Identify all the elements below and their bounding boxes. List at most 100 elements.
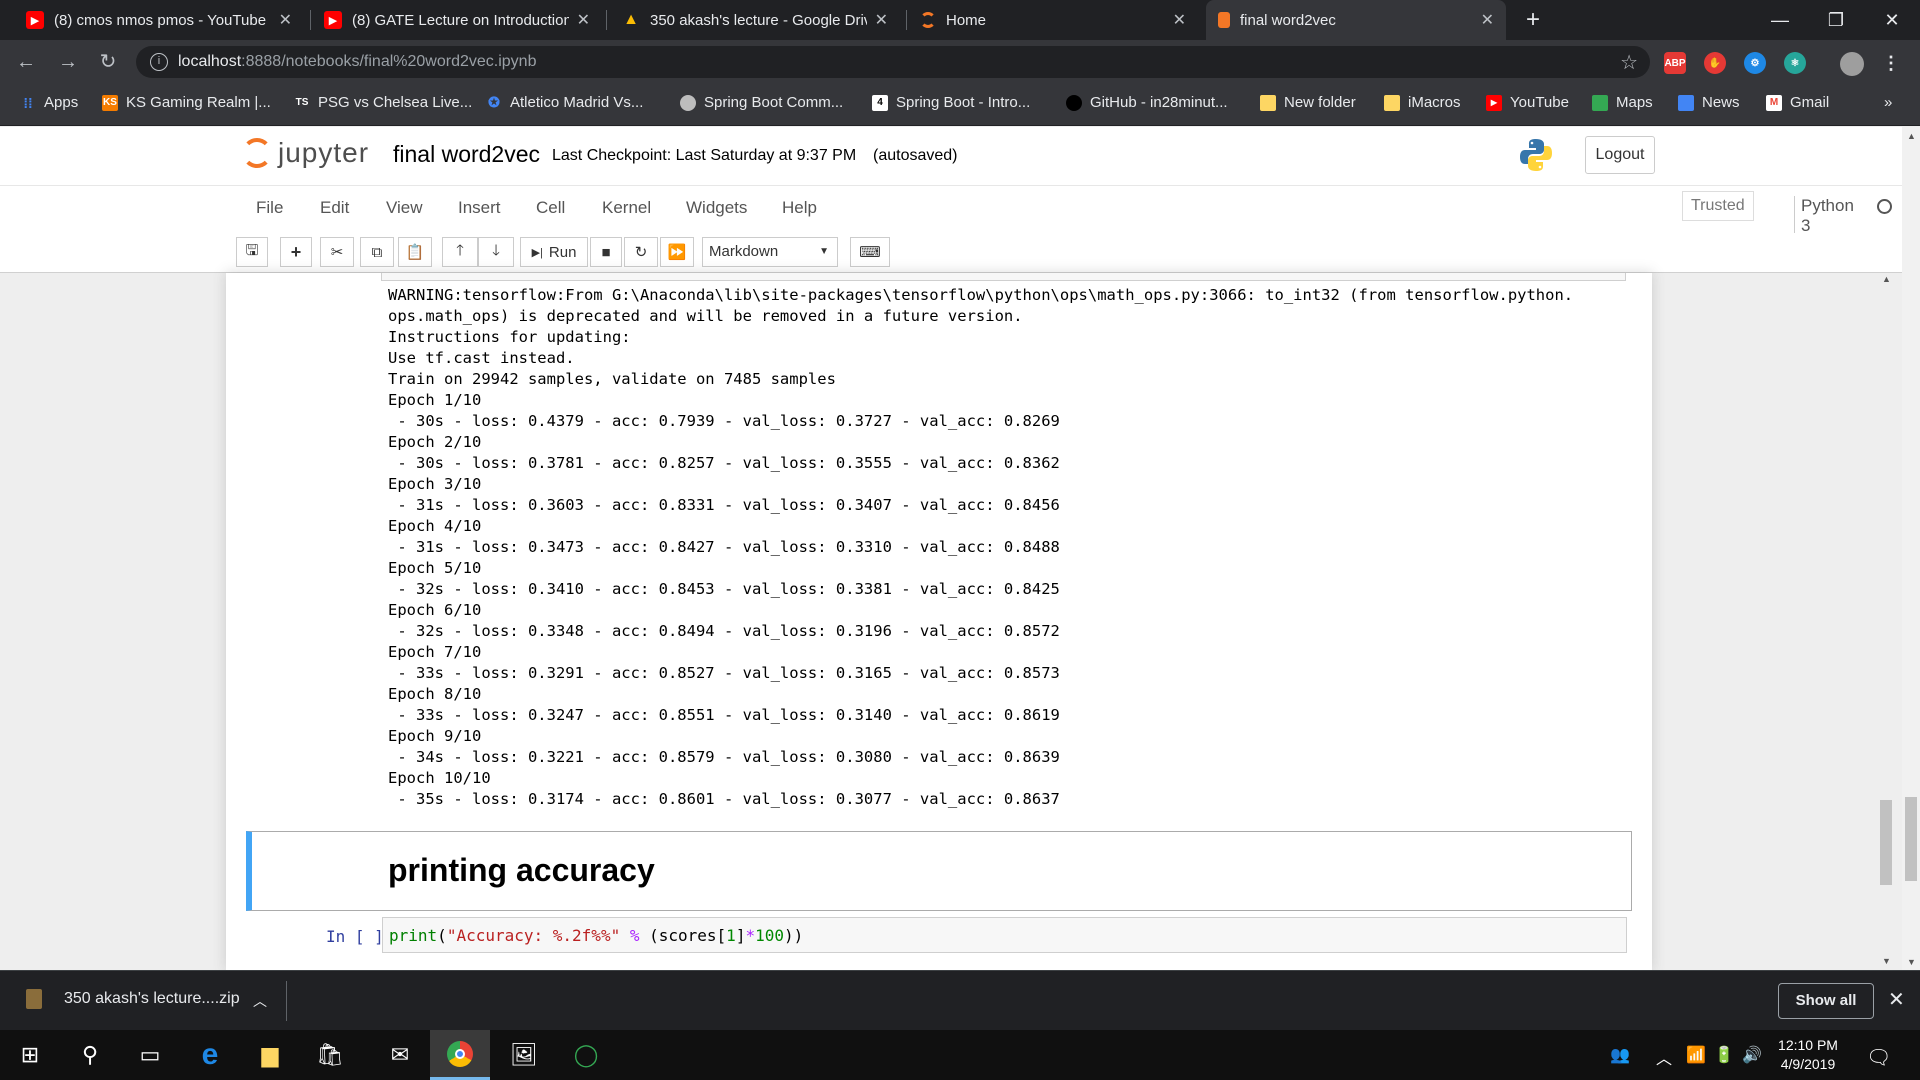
wifi-icon[interactable]: 📶 [1686, 1045, 1706, 1065]
cell-type-select[interactable]: Markdown ▼ [702, 237, 838, 267]
new-tab-button[interactable]: + [1520, 8, 1546, 34]
tab-final-word2vec[interactable]: final word2vec ✕ [1206, 0, 1506, 40]
save-icon[interactable]: 🖫 [236, 237, 268, 267]
move-up-icon[interactable]: 🡑 [442, 237, 478, 267]
menu-help[interactable]: Help [782, 198, 817, 218]
store-icon[interactable]: 🛍 [300, 1030, 360, 1080]
battery-icon[interactable]: 🔋 [1714, 1045, 1734, 1065]
edge-icon[interactable]: e [180, 1030, 240, 1080]
profile-avatar[interactable] [1840, 52, 1864, 76]
bookmark-youtube[interactable]: ▶ YouTube [1486, 94, 1569, 111]
menu-edit[interactable]: Edit [320, 198, 349, 218]
mail-icon[interactable]: ✉ [370, 1030, 430, 1080]
volume-icon[interactable]: 🔊 [1742, 1045, 1762, 1065]
info-icon[interactable]: i [150, 53, 168, 71]
run-button[interactable]: ▶| Run [520, 237, 588, 267]
interrupt-icon[interactable]: ■ [590, 237, 622, 267]
bookmark-news[interactable]: News [1678, 94, 1740, 111]
logout-button[interactable]: Logout [1585, 136, 1655, 174]
jupyter-logo[interactable]: jupyter [242, 137, 369, 169]
reload-button[interactable]: ↻ [96, 50, 120, 74]
notebook-name[interactable]: final word2vec [393, 141, 540, 168]
insert-cell-icon[interactable]: + [280, 237, 312, 267]
tab-youtube-cmos[interactable]: ▶ (8) cmos nmos pmos - YouTube ✕ [14, 0, 304, 40]
close-tab-icon[interactable]: ✕ [875, 10, 888, 30]
previous-cell-input[interactable] [381, 273, 1626, 281]
download-item[interactable]: 350 akash's lecture....zip [26, 989, 240, 1009]
code-cell[interactable]: In [ ]: print("Accuracy: %.2f%%" % (scor… [246, 915, 1632, 959]
code-editor[interactable]: print("Accuracy: %.2f%%" % (scores[1]*10… [382, 917, 1627, 953]
menu-cell[interactable]: Cell [536, 198, 565, 218]
bookmark-ks-gaming[interactable]: KS KS Gaming Realm |... [102, 94, 271, 111]
chevron-up-icon[interactable]: ︿ [253, 991, 267, 1011]
move-down-icon[interactable]: 🡓 [478, 237, 514, 267]
gear-extension-icon[interactable]: ⚙ [1744, 52, 1766, 74]
keyboard-shortcuts-icon[interactable]: ⌨ [850, 237, 890, 267]
markdown-cell[interactable]: printing accuracy [246, 831, 1632, 911]
restart-icon[interactable]: ↻ [624, 237, 658, 267]
paste-icon[interactable]: 📋 [398, 237, 432, 267]
notebook-scroll-thumb[interactable] [1880, 800, 1892, 885]
notebook-scrollbar[interactable]: ▲ ▼ [1878, 272, 1894, 970]
chrome-icon[interactable] [430, 1030, 490, 1080]
scroll-down-icon[interactable]: ▼ [1882, 956, 1891, 966]
chrome-menu-icon[interactable]: ⋮ [1880, 52, 1902, 74]
bookmark-imacros[interactable]: iMacros [1384, 94, 1461, 111]
tab-google-drive[interactable]: ▲ 350 akash's lecture - Google Driv ✕ [610, 0, 900, 40]
bookmark-apps[interactable]: ⁞⁞ Apps [20, 94, 78, 111]
menu-file[interactable]: File [256, 198, 283, 218]
page-scroll-up-icon[interactable]: ▲ [1907, 131, 1916, 141]
back-button[interactable]: ← [14, 50, 38, 74]
photos-icon[interactable]: 🖼 [494, 1030, 554, 1080]
tab-home[interactable]: Home ✕ [908, 0, 1198, 40]
restore-button[interactable]: ❐ [1808, 0, 1864, 40]
scroll-up-icon[interactable]: ▲ [1882, 274, 1891, 284]
close-tab-icon[interactable]: ✕ [577, 10, 590, 30]
bookmark-spring-boot-comm[interactable]: Spring Boot Comm... [680, 94, 843, 111]
page-scroll-thumb[interactable] [1905, 797, 1917, 881]
page-scroll-down-icon[interactable]: ▼ [1907, 957, 1916, 967]
bookmark-new-folder[interactable]: New folder [1260, 94, 1356, 111]
close-tab-icon[interactable]: ✕ [279, 10, 292, 30]
menu-widgets[interactable]: Widgets [686, 198, 747, 218]
show-all-button[interactable]: Show all [1778, 983, 1874, 1019]
more-bookmarks-button[interactable]: » [1884, 94, 1892, 111]
task-view-icon[interactable]: ▭ [120, 1030, 180, 1080]
forward-button[interactable]: → [56, 50, 80, 74]
file-explorer-icon[interactable]: ▆ [240, 1030, 300, 1080]
address-bar[interactable]: i localhost:8888/notebooks/final%20word2… [136, 46, 1650, 78]
react-extension-icon[interactable]: ⚛ [1784, 52, 1806, 74]
menu-insert[interactable]: Insert [458, 198, 501, 218]
bookmark-maps[interactable]: Maps [1592, 94, 1653, 111]
windows-start-icon[interactable]: ⊞ [0, 1030, 60, 1080]
bookmark-gmail[interactable]: M Gmail [1766, 94, 1829, 111]
adblock-extension-icon[interactable]: ABP [1664, 52, 1686, 74]
bookmark-star-icon[interactable]: ☆ [1620, 50, 1638, 75]
page-scrollbar[interactable]: ▲ ▼ [1902, 127, 1920, 970]
search-icon[interactable]: ⚲ [60, 1030, 120, 1080]
app-ring-icon[interactable]: ◯ [556, 1030, 616, 1080]
close-tab-icon[interactable]: ✕ [1481, 10, 1494, 30]
menu-kernel[interactable]: Kernel [602, 198, 651, 218]
bookmark-atletico[interactable]: ✪ Atletico Madrid Vs... [486, 94, 643, 111]
bookmark-spring-boot-intro[interactable]: 4 Spring Boot - Intro... [872, 94, 1030, 111]
cut-icon[interactable]: ✂ [320, 237, 354, 267]
close-window-button[interactable]: ✕ [1864, 0, 1920, 40]
tab-youtube-gate[interactable]: ▶ (8) GATE Lecture on Introduction ✕ [312, 0, 602, 40]
menu-view[interactable]: View [386, 198, 423, 218]
bookmark-psg-chelsea[interactable]: TS PSG vs Chelsea Live... [294, 94, 473, 111]
url-text[interactable]: localhost:8888/notebooks/final%20word2ve… [178, 53, 536, 71]
copy-icon[interactable]: ⧉ [360, 237, 394, 267]
close-shelf-icon[interactable]: ✕ [1888, 987, 1905, 1012]
system-clock[interactable]: 12:10 PM 4/9/2019 [1773, 1036, 1843, 1074]
trusted-indicator[interactable]: Trusted [1682, 191, 1754, 221]
hand-extension-icon[interactable]: ✋ [1704, 52, 1726, 74]
kernel-name[interactable]: Python 3 [1794, 196, 1854, 236]
bookmark-github[interactable]: GitHub - in28minut... [1066, 94, 1228, 111]
fast-forward-icon[interactable]: ⏩ [660, 237, 694, 267]
close-tab-icon[interactable]: ✕ [1173, 10, 1186, 30]
minimize-button[interactable]: — [1752, 0, 1808, 40]
show-hidden-icons-icon[interactable]: ︿ [1656, 1045, 1672, 1069]
people-icon[interactable]: 👥 [1610, 1045, 1630, 1065]
action-center-icon[interactable]: 🗨 [1866, 1045, 1891, 1070]
